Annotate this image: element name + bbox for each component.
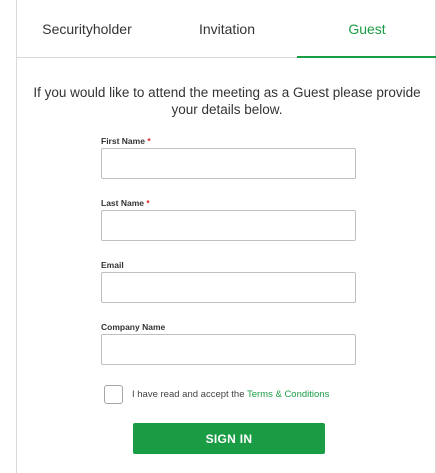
tab-bar: Securityholder Invitation Guest <box>17 0 436 58</box>
terms-conditions-link[interactable]: Terms & Conditions <box>247 389 329 400</box>
active-tab-indicator <box>297 56 436 58</box>
email-label: Email <box>101 260 124 270</box>
tab-securityholder[interactable]: Securityholder <box>17 0 157 58</box>
first-name-label-text: First Name <box>101 136 145 146</box>
required-asterisk: * <box>147 136 151 146</box>
terms-acceptance-text: I have read and accept the Terms & Condi… <box>132 389 329 400</box>
first-name-input[interactable] <box>101 148 356 179</box>
guest-login-panel: Securityholder Invitation Guest If you w… <box>16 0 436 473</box>
terms-checkbox[interactable] <box>104 385 123 404</box>
email-input[interactable] <box>101 272 356 303</box>
last-name-input[interactable] <box>101 210 356 241</box>
required-asterisk: * <box>146 198 150 208</box>
first-name-label: First Name * <box>101 136 151 146</box>
company-name-label: Company Name <box>101 322 166 332</box>
tab-invitation[interactable]: Invitation <box>157 0 297 58</box>
sign-in-button[interactable]: SIGN IN <box>133 423 325 454</box>
intro-text: If you would like to attend the meeting … <box>33 85 421 117</box>
company-name-input[interactable] <box>101 334 356 365</box>
tab-guest[interactable]: Guest <box>297 0 436 58</box>
terms-text: I have read and accept the <box>132 389 245 400</box>
last-name-label: Last Name * <box>101 198 150 208</box>
last-name-label-text: Last Name <box>101 198 144 208</box>
